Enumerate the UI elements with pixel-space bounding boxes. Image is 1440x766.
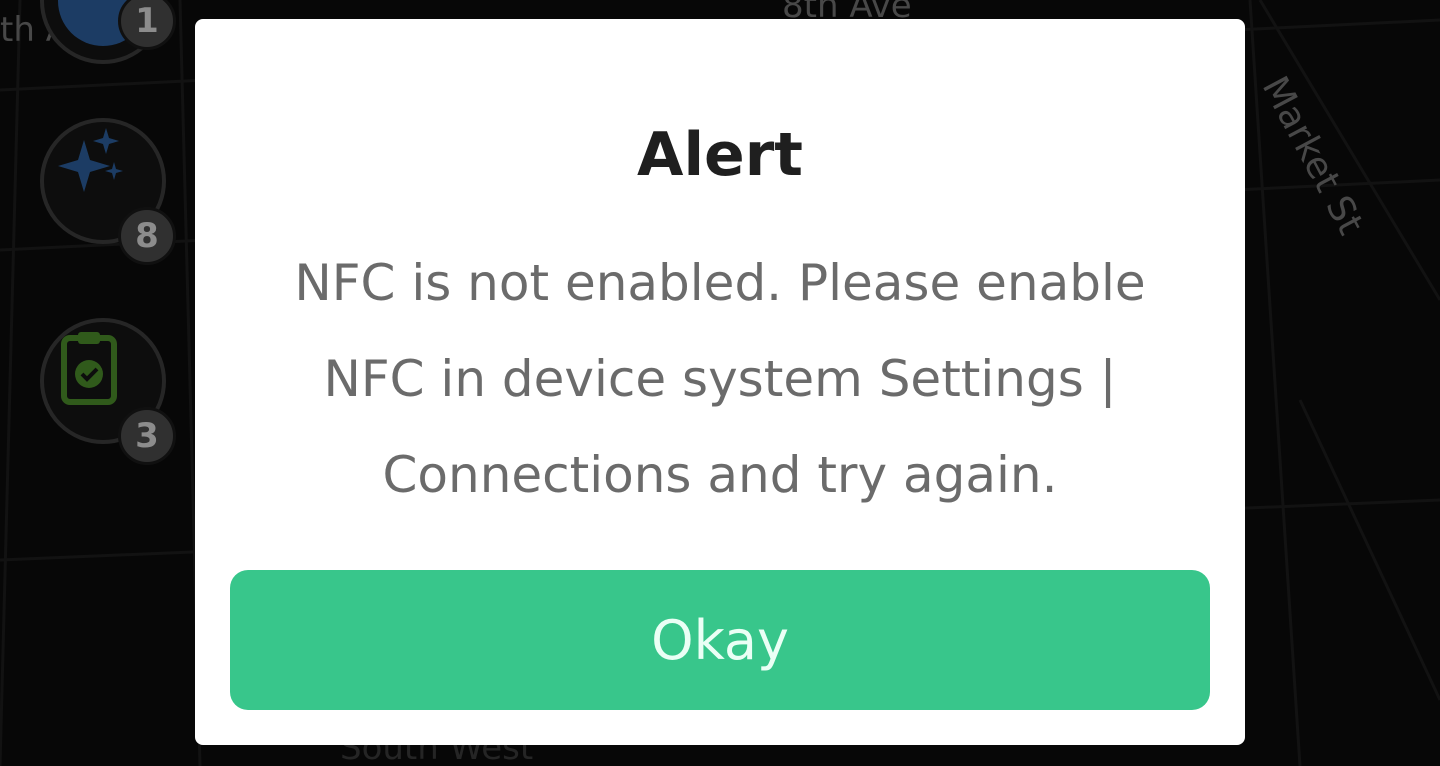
- dialog-message: NFC is not enabled. Please enable NFC in…: [294, 254, 1146, 504]
- alert-dialog: Alert NFC is not enabled. Please enable …: [195, 19, 1245, 745]
- dialog-title: Alert: [637, 120, 803, 190]
- okay-button[interactable]: Okay: [230, 570, 1210, 710]
